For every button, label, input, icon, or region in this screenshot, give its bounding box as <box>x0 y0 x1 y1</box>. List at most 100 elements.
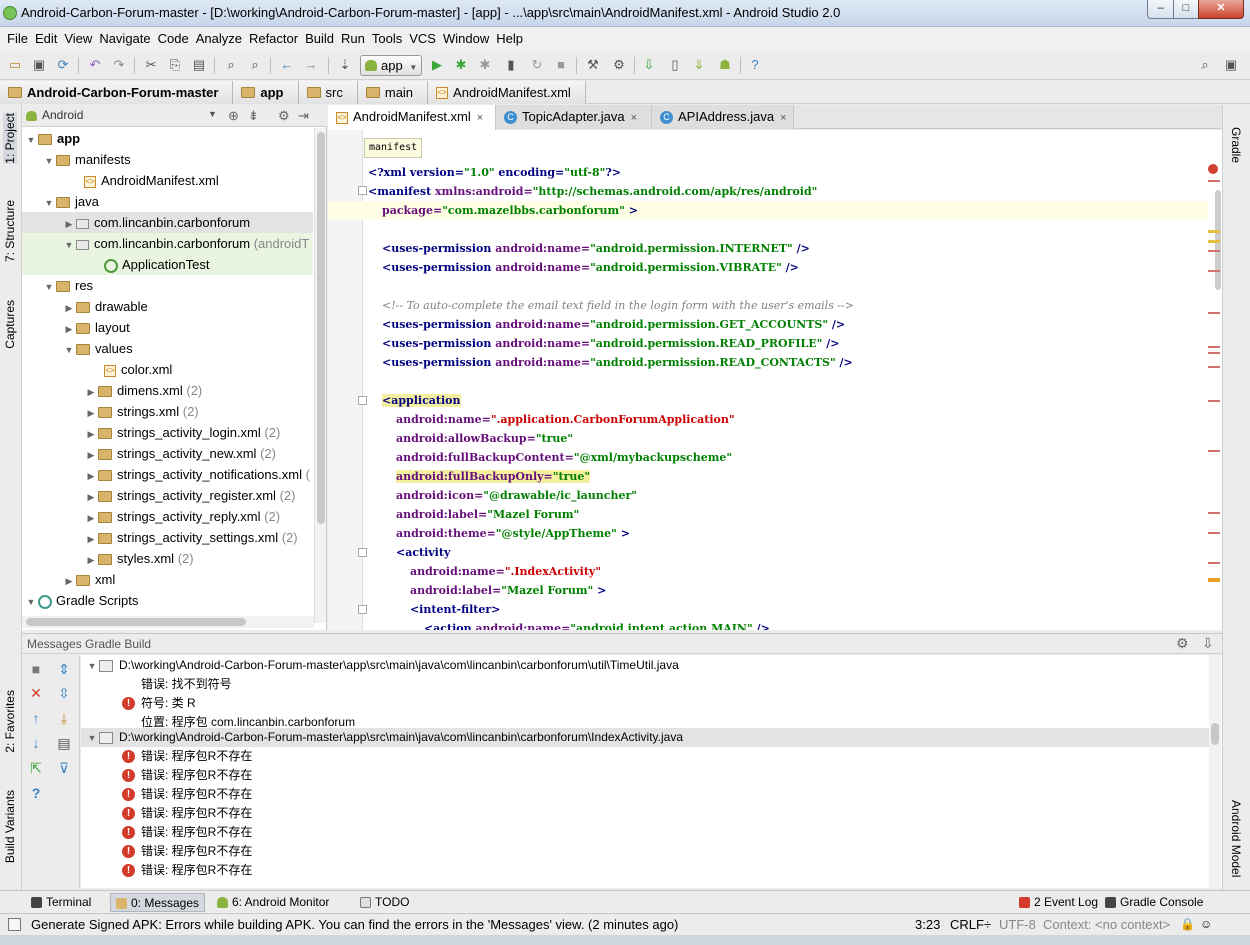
undo-icon[interactable]: ↶ <box>86 56 104 74</box>
message-error-row[interactable]: ! 符号: 类 R <box>81 694 1209 713</box>
tree-node-package-main[interactable]: ▶ com.lincanbin.carbonforum <box>22 212 313 233</box>
menu-code[interactable]: Code <box>151 28 189 50</box>
expand-arrow-icon[interactable]: ▶ <box>84 550 98 571</box>
tool-tab-event-log[interactable]: 2 Event Log <box>1014 893 1103 912</box>
run-icon[interactable]: ▶ <box>428 56 446 74</box>
message-error-row[interactable]: ! 错误: 程序包R不存在 <box>81 747 1209 766</box>
expand-arrow-icon[interactable]: ▶ <box>62 319 76 340</box>
scrollbar-thumb[interactable] <box>1211 723 1219 745</box>
menu-build[interactable]: Build <box>298 28 334 50</box>
tree-node-applicationtest[interactable]: ApplicationTest <box>22 254 313 275</box>
tool-tab-captures[interactable]: Captures <box>3 300 17 349</box>
context-indicator[interactable]: Context: <no context> <box>1043 917 1170 932</box>
project-view-select[interactable]: Android <box>26 108 83 122</box>
search-everywhere-icon[interactable]: ⌕ <box>1196 56 1214 74</box>
message-file-row[interactable]: ▼ D:\working\Android-Carbon-Forum-master\… <box>81 728 1209 747</box>
project-horizontal-scrollbar[interactable] <box>22 616 314 628</box>
tool-tab-structure[interactable]: 7: Structure <box>3 200 17 262</box>
tool-tab-project[interactable]: 1: Project <box>3 113 17 164</box>
error-stripe-marker[interactable] <box>1208 270 1220 272</box>
sync-icon[interactable]: ⟳ <box>54 56 72 74</box>
maximize-button[interactable]: □ <box>1173 0 1199 19</box>
xml-breadcrumb[interactable]: manifest <box>364 138 423 158</box>
expand-arrow-icon[interactable]: ▶ <box>84 466 98 487</box>
error-stripe-marker[interactable] <box>1208 512 1220 514</box>
error-stripe-marker[interactable] <box>1208 352 1220 354</box>
cut-icon[interactable]: ✂ <box>142 56 160 74</box>
messages-scrollbar[interactable] <box>1209 655 1221 888</box>
close-button[interactable]: ✕ <box>1198 0 1244 19</box>
expand-arrow-icon[interactable]: ▼ <box>62 235 76 256</box>
filter-icon[interactable]: ⊽ <box>56 760 72 776</box>
expand-arrow-icon[interactable]: ▼ <box>85 657 99 676</box>
close-tab-icon[interactable]: × <box>477 112 483 124</box>
tree-node-values[interactable]: ▼ values <box>22 338 313 359</box>
tree-node-styles-xml[interactable]: ▶ styles.xml (2) <box>22 548 313 569</box>
error-stripe-marker[interactable] <box>1208 180 1220 182</box>
tree-node-androidmanifest[interactable]: <> AndroidManifest.xml <box>22 170 313 191</box>
toggle-tool-windows-icon[interactable] <box>8 918 21 931</box>
panel-settings-icon[interactable]: ⚙ <box>278 108 290 124</box>
tree-node-drawable[interactable]: ▶ drawable <box>22 296 313 317</box>
back-icon[interactable]: ← <box>278 56 296 74</box>
error-stripe-marker[interactable] <box>1208 346 1220 348</box>
warning-stripe-marker[interactable] <box>1208 240 1220 243</box>
expand-arrow-icon[interactable]: ▶ <box>84 508 98 529</box>
export-icon[interactable]: ⤓ <box>56 710 72 726</box>
next-message-icon[interactable]: ↓ <box>28 735 44 751</box>
menu-navigate[interactable]: Navigate <box>92 28 150 50</box>
tab-apiaddress[interactable]: C APIAddress.java × <box>652 105 794 129</box>
message-error-row[interactable]: ! 错误: 程序包R不存在 <box>81 766 1209 785</box>
attach-debugger-icon[interactable]: ✱ <box>476 56 494 74</box>
error-stripe-marker[interactable] <box>1208 400 1220 402</box>
expand-arrow-icon[interactable]: ▶ <box>84 487 98 508</box>
tool-tab-terminal[interactable]: Terminal <box>26 893 96 912</box>
menu-view[interactable]: View <box>57 28 92 50</box>
lock-icon[interactable]: 🔒 <box>1180 917 1195 931</box>
warning-stripe-marker[interactable] <box>1208 578 1220 582</box>
expand-arrow-icon[interactable]: ▼ <box>24 592 38 613</box>
inspector-icon[interactable]: ☺ <box>1200 917 1212 931</box>
expand-arrow-icon[interactable]: ▶ <box>84 382 98 403</box>
tool-tab-android-monitor[interactable]: 6: Android Monitor <box>212 893 334 912</box>
project-structure-icon[interactable]: ⚒ <box>584 56 602 74</box>
open-folder-icon[interactable]: ▭ <box>6 56 24 74</box>
scrollbar-thumb[interactable] <box>317 132 325 524</box>
debug-icon[interactable]: ✱ <box>452 56 470 74</box>
help-icon[interactable]: ? <box>28 785 44 801</box>
expand-arrow-icon[interactable]: ▶ <box>62 214 76 235</box>
message-error-row[interactable]: ! 错误: 程序包R不存在 <box>81 823 1209 842</box>
tool-tab-gradle-console[interactable]: Gradle Console <box>1100 893 1208 912</box>
error-stripe-marker[interactable] <box>1208 450 1220 452</box>
expand-arrow-icon[interactable]: ▶ <box>84 445 98 466</box>
sync-gradle-icon[interactable]: ⇩ <box>640 56 658 74</box>
code-editor[interactable]: manifest <?xml version="1.0" encoding="u… <box>328 130 1222 630</box>
tree-node-dimens-xml[interactable]: ▶ dimens.xml (2) <box>22 380 313 401</box>
menu-refactor[interactable]: Refactor <box>242 28 298 50</box>
sdk-manager-icon[interactable]: ⇓ <box>690 56 708 74</box>
line-separator[interactable]: CRLF÷ <box>950 917 991 932</box>
scrollbar-thumb[interactable] <box>26 618 246 626</box>
menu-window[interactable]: Window <box>436 28 489 50</box>
hide-panel-icon[interactable]: ⇩ <box>1202 635 1214 652</box>
error-stripe-marker[interactable] <box>1208 312 1220 314</box>
replace-icon[interactable]: ⌕ <box>246 56 264 74</box>
tab-androidmanifest[interactable]: <> AndroidManifest.xml × <box>328 105 496 130</box>
fold-marker-icon[interactable] <box>358 605 367 614</box>
error-stripe-marker[interactable] <box>1208 250 1220 252</box>
menu-file[interactable]: File <box>0 28 28 50</box>
hide-panel-icon[interactable]: ⇥ <box>298 108 309 124</box>
chevron-down-icon[interactable]: ▼ <box>208 109 217 119</box>
gear-icon[interactable]: ⚙ <box>1176 635 1189 652</box>
menu-tools[interactable]: Tools <box>365 28 402 50</box>
tree-node-strings-notifications[interactable]: ▶ strings_activity_notifications.xml ( <box>22 464 313 485</box>
tree-node-strings-xml[interactable]: ▶ strings.xml (2) <box>22 401 313 422</box>
expand-arrow-icon[interactable]: ▼ <box>24 130 38 151</box>
expand-arrow-icon[interactable]: ▼ <box>42 193 56 214</box>
copy-icon[interactable]: ⎘ <box>166 56 184 74</box>
status-message[interactable]: Generate Signed APK: Errors while buildi… <box>31 917 678 932</box>
redo-icon[interactable]: ↷ <box>110 56 128 74</box>
project-vertical-scrollbar[interactable] <box>314 128 326 623</box>
message-error-row[interactable]: ! 错误: 程序包R不存在 <box>81 861 1209 880</box>
collapse-all-icon[interactable]: ⇟ <box>248 108 259 124</box>
